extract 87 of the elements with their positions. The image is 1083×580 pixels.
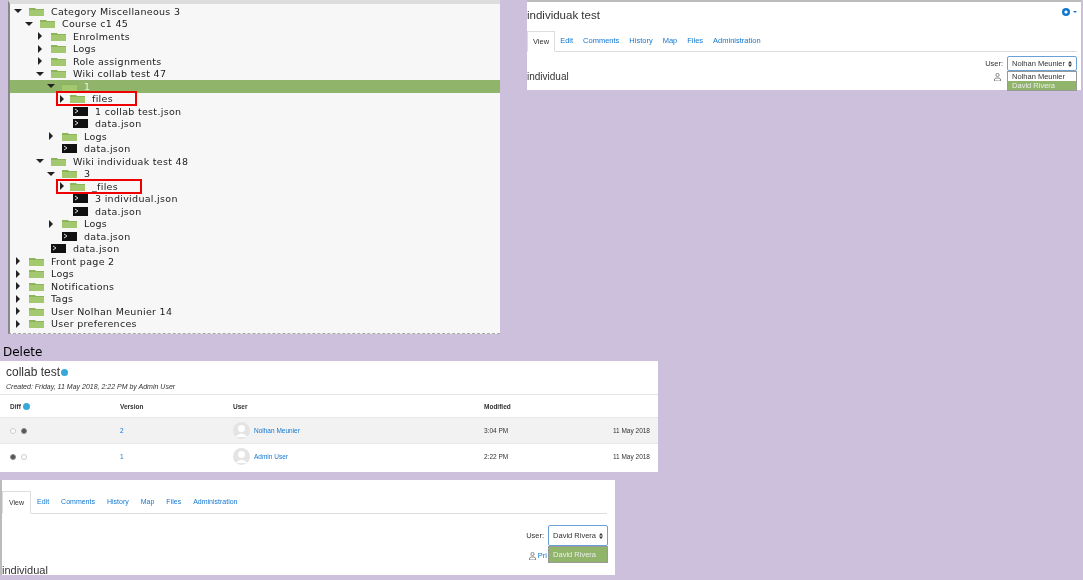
tree-item[interactable]: data.json bbox=[84, 230, 131, 242]
expander-icon[interactable] bbox=[47, 219, 55, 228]
folder-icon bbox=[29, 281, 44, 291]
expander-icon[interactable] bbox=[58, 182, 66, 191]
expander-icon[interactable] bbox=[47, 82, 55, 91]
expander-icon[interactable] bbox=[14, 319, 22, 328]
folder-icon bbox=[62, 169, 77, 179]
page-heading: individual bbox=[2, 564, 48, 575]
tree-item[interactable]: Logs bbox=[51, 268, 75, 280]
tree-item[interactable]: Wiki collab test 47 bbox=[73, 68, 167, 80]
expander-icon[interactable] bbox=[14, 257, 22, 266]
expander-icon[interactable] bbox=[58, 94, 66, 103]
expander-icon[interactable] bbox=[14, 307, 22, 316]
help-icon[interactable] bbox=[61, 368, 69, 376]
tree-item[interactable]: Role assignments bbox=[73, 55, 162, 67]
tree-item[interactable]: Logs bbox=[84, 218, 108, 230]
expander-icon[interactable] bbox=[14, 282, 22, 291]
tree-item[interactable]: Notifications bbox=[51, 280, 115, 292]
person-icon bbox=[994, 72, 1001, 81]
expander-icon[interactable] bbox=[14, 294, 22, 303]
folder-icon bbox=[40, 19, 55, 29]
folder-icon bbox=[70, 94, 85, 104]
expander-icon[interactable] bbox=[36, 32, 44, 41]
tree-item[interactable]: 3 bbox=[84, 168, 91, 180]
folder-icon bbox=[51, 69, 66, 79]
expander-icon[interactable] bbox=[36, 69, 44, 78]
folder-icon bbox=[29, 269, 44, 279]
folder-icon bbox=[29, 294, 44, 304]
tree-item[interactable]: Enrolments bbox=[73, 30, 130, 42]
tree-item[interactable]: Front page 2 bbox=[51, 255, 115, 267]
tree-item[interactable]: data.json bbox=[95, 118, 142, 130]
folder-icon bbox=[29, 319, 44, 329]
tree-item[interactable]: data.json bbox=[95, 205, 142, 217]
tree-item[interactable]: Tags bbox=[51, 293, 74, 305]
person-icon bbox=[528, 551, 536, 560]
page-title: individuak test bbox=[527, 9, 600, 21]
folder-icon bbox=[29, 306, 44, 316]
folder-icon bbox=[62, 131, 77, 141]
tree-item[interactable]: Logs bbox=[73, 43, 97, 55]
folder-icon bbox=[70, 181, 85, 191]
page-title: collab test bbox=[6, 365, 61, 379]
terminal-file-icon bbox=[62, 231, 77, 241]
tree-item[interactable]: Course c1 45 bbox=[62, 18, 129, 30]
folder-icon bbox=[29, 6, 44, 16]
tree-item[interactable]: Category Miscellaneous 3 bbox=[51, 5, 181, 17]
avatar-icon bbox=[233, 422, 250, 439]
tree-item[interactable]: 3 individual.json bbox=[95, 193, 178, 205]
settings-icon[interactable] bbox=[1061, 7, 1077, 17]
tree-item[interactable]: User preferences bbox=[51, 318, 137, 330]
avatar-icon bbox=[233, 448, 250, 465]
radio-button[interactable] bbox=[10, 427, 16, 434]
folder-icon bbox=[51, 44, 66, 54]
tree-item[interactable]: data.json bbox=[73, 243, 120, 255]
tree-item[interactable]: files bbox=[92, 93, 113, 105]
terminal-file-icon bbox=[62, 144, 77, 154]
expander-icon[interactable] bbox=[47, 169, 55, 178]
radio-button[interactable] bbox=[21, 453, 27, 460]
expander-icon[interactable] bbox=[36, 157, 44, 166]
page-heading: individual bbox=[527, 71, 569, 82]
radio-button[interactable] bbox=[10, 453, 16, 460]
expander-icon[interactable] bbox=[36, 44, 44, 53]
help-icon[interactable] bbox=[22, 403, 30, 410]
folder-icon bbox=[51, 56, 66, 66]
folder-icon bbox=[51, 156, 66, 166]
tree-item[interactable]: 1 collab test.json bbox=[95, 105, 182, 117]
expander-icon[interactable] bbox=[14, 7, 22, 16]
radio-button[interactable] bbox=[21, 427, 27, 434]
tree-item[interactable]: data.json bbox=[84, 143, 131, 155]
folder-icon bbox=[29, 256, 44, 266]
expander-icon[interactable] bbox=[14, 269, 22, 278]
expander-icon[interactable] bbox=[47, 132, 55, 141]
tree-item[interactable]: Logs bbox=[84, 130, 108, 142]
tree-item[interactable]: Wiki individuak test 48 bbox=[73, 155, 189, 167]
tree-item[interactable]: User Nolhan Meunier 14 bbox=[51, 305, 173, 317]
terminal-file-icon bbox=[73, 119, 88, 129]
expander-icon[interactable] bbox=[36, 57, 44, 66]
expander-icon[interactable] bbox=[25, 19, 33, 28]
terminal-file-icon bbox=[73, 206, 88, 216]
folder-icon bbox=[62, 219, 77, 229]
terminal-file-icon bbox=[73, 106, 88, 116]
folder-icon bbox=[51, 31, 66, 41]
sort-arrows-icon bbox=[599, 532, 603, 539]
sort-arrows-icon bbox=[1068, 60, 1072, 67]
caption: Delete bbox=[3, 345, 44, 361]
terminal-file-icon bbox=[51, 244, 66, 254]
terminal-file-icon bbox=[73, 194, 88, 204]
folder-icon bbox=[62, 81, 77, 91]
